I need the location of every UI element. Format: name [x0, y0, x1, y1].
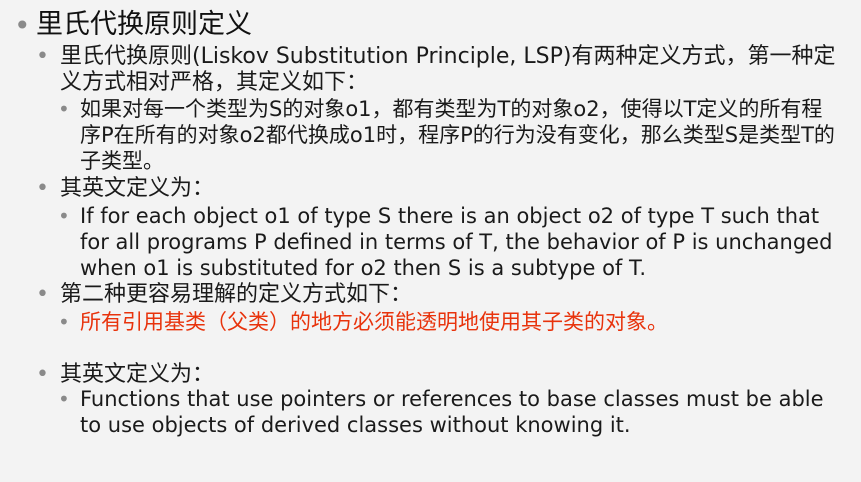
bullet-dot: • — [58, 310, 70, 334]
bullet-item-english-heading-2: • 其英文定义为： — [36, 362, 850, 388]
bullet-dot: • — [36, 176, 49, 201]
slide: • 里氏代换原则定义 • 里氏代换原则(Liskov Substitution … — [0, 0, 861, 482]
bullet-item-strict-definition: • 如果对每一个类型为S的对象o1，都有类型为T的对象o2，使得以T定义的所有程… — [58, 96, 840, 174]
bullet-item-english-definition-1: • If for each object o1 of type S there … — [58, 203, 840, 281]
bullet-text: 其英文定义为： — [60, 362, 215, 387]
bullet-text: Functions that use pointers or reference… — [80, 387, 824, 437]
bullet-text: 如果对每一个类型为S的对象o1，都有类型为T的对象o2，使得以T定义的所有程序P… — [80, 97, 835, 173]
bullet-item-simple-heading: • 第二种更容易理解的定义方式如下： — [36, 282, 850, 308]
bullet-text: 第二种更容易理解的定义方式如下： — [60, 282, 413, 307]
title-bullet: • — [14, 9, 31, 42]
bullet-text: 所有引用基类（父类）的地方必须能透明地使用其子类的对象。 — [80, 310, 668, 334]
bullet-dot: • — [36, 44, 49, 69]
bullet-item-english-definition-2: • Functions that use pointers or referen… — [58, 386, 840, 438]
slide-title: 里氏代换原则定义 — [36, 9, 252, 40]
bullet-dot: • — [36, 362, 49, 387]
bullet-text: 里氏代换原则(Liskov Substitution Principle, LS… — [60, 44, 836, 95]
bullet-item-simple-definition: • 所有引用基类（父类）的地方必须能透明地使用其子类的对象。 — [58, 309, 825, 335]
bullet-text: If for each object o1 of type S there is… — [80, 204, 833, 280]
bullet-dot: • — [36, 282, 49, 307]
bullet-dot: • — [58, 387, 70, 411]
bullet-item-english-heading-1: • 其英文定义为： — [36, 176, 850, 202]
bullet-item-lsp-intro: • 里氏代换原则(Liskov Substitution Principle, … — [36, 44, 850, 96]
bullet-dot: • — [58, 204, 70, 228]
bullet-text: 其英文定义为： — [60, 176, 215, 201]
bullet-dot: • — [58, 97, 70, 121]
